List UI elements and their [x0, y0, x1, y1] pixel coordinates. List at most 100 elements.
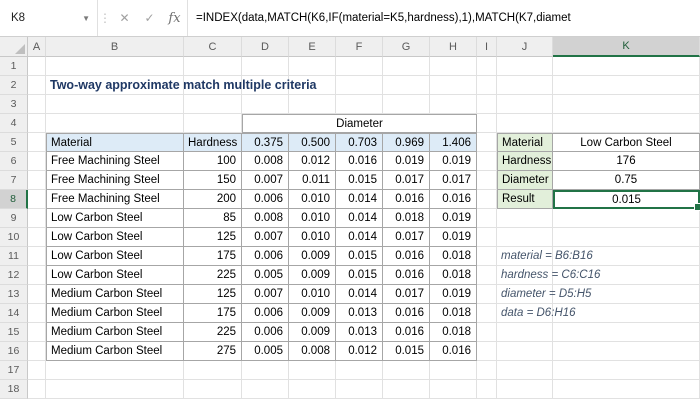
cell-C10[interactable]: 125 [184, 228, 242, 247]
column-header-E[interactable]: E [289, 37, 336, 57]
cell-J2[interactable] [497, 76, 553, 95]
cell-H18[interactable] [430, 380, 477, 399]
cell-D8[interactable]: 0.006 [242, 190, 289, 209]
cell-D1[interactable] [242, 57, 289, 76]
cell-F18[interactable] [336, 380, 383, 399]
cell-B6[interactable]: Free Machining Steel [46, 152, 184, 171]
cell-B10[interactable]: Low Carbon Steel [46, 228, 184, 247]
row-header-5[interactable]: 5 [0, 133, 28, 152]
cell-E7[interactable]: 0.011 [289, 171, 336, 190]
cell-J4[interactable] [497, 114, 553, 133]
cell-D16[interactable]: 0.005 [242, 342, 289, 361]
cell-B8[interactable]: Free Machining Steel [46, 190, 184, 209]
cell-I10[interactable] [477, 228, 497, 247]
cell-G2[interactable] [383, 76, 430, 95]
row-header-7[interactable]: 7 [0, 171, 28, 190]
cell-A10[interactable] [28, 228, 46, 247]
cell-I9[interactable] [477, 209, 497, 228]
cell-A1[interactable] [28, 57, 46, 76]
cell-F14[interactable]: 0.013 [336, 304, 383, 323]
cell-F17[interactable] [336, 361, 383, 380]
cell-B12[interactable]: Low Carbon Steel [46, 266, 184, 285]
cell-I2[interactable] [477, 76, 497, 95]
cell-I13[interactable] [477, 285, 497, 304]
table-header-B5[interactable]: Material [46, 133, 184, 152]
cell-J10[interactable] [497, 228, 553, 247]
cell-E12[interactable]: 0.009 [289, 266, 336, 285]
cell-E18[interactable] [289, 380, 336, 399]
row-header-9[interactable]: 9 [0, 209, 28, 228]
cell-G15[interactable]: 0.016 [383, 323, 430, 342]
cell-J18[interactable] [497, 380, 553, 399]
cell-K10[interactable] [553, 228, 700, 247]
cell-G17[interactable] [383, 361, 430, 380]
cell-C11[interactable]: 175 [184, 247, 242, 266]
lookup-value-5[interactable]: Low Carbon Steel [553, 133, 700, 152]
sheet-title[interactable]: Two-way approximate match multiple crite… [46, 76, 317, 95]
cell-K1[interactable] [553, 57, 700, 76]
row-header-14[interactable]: 14 [0, 304, 28, 323]
row-header-11[interactable]: 11 [0, 247, 28, 266]
cell-G13[interactable]: 0.017 [383, 285, 430, 304]
cell-C4[interactable] [184, 114, 242, 133]
cell-F2[interactable] [336, 76, 383, 95]
cell-E15[interactable]: 0.009 [289, 323, 336, 342]
cell-I11[interactable] [477, 247, 497, 266]
row-header-3[interactable]: 3 [0, 95, 28, 114]
cell-H17[interactable] [430, 361, 477, 380]
cell-E6[interactable]: 0.012 [289, 152, 336, 171]
cell-G14[interactable]: 0.016 [383, 304, 430, 323]
table-header-F5[interactable]: 0.703 [336, 133, 383, 152]
cell-G6[interactable]: 0.019 [383, 152, 430, 171]
cell-I8[interactable] [477, 190, 497, 209]
cell-D7[interactable]: 0.007 [242, 171, 289, 190]
cell-B11[interactable]: Low Carbon Steel [46, 247, 184, 266]
cell-D6[interactable]: 0.008 [242, 152, 289, 171]
cell-I6[interactable] [477, 152, 497, 171]
cell-I7[interactable] [477, 171, 497, 190]
formula-input[interactable]: =INDEX(data,MATCH(K6,IF(material=K5,hard… [188, 0, 700, 36]
cell-G9[interactable]: 0.018 [383, 209, 430, 228]
cell-B3[interactable] [46, 95, 184, 114]
cell-B15[interactable]: Medium Carbon Steel [46, 323, 184, 342]
named-range-note-3[interactable]: diameter = D5:H5 [497, 285, 591, 304]
table-header-C5[interactable]: Hardness [184, 133, 242, 152]
cell-A15[interactable] [28, 323, 46, 342]
cell-E17[interactable] [289, 361, 336, 380]
column-header-G[interactable]: G [383, 37, 430, 57]
cell-G11[interactable]: 0.016 [383, 247, 430, 266]
cell-K9[interactable] [553, 209, 700, 228]
cell-B17[interactable] [46, 361, 184, 380]
table-header-E5[interactable]: 0.500 [289, 133, 336, 152]
cell-I1[interactable] [477, 57, 497, 76]
cell-H2[interactable] [430, 76, 477, 95]
cell-E1[interactable] [289, 57, 336, 76]
cell-E11[interactable]: 0.009 [289, 247, 336, 266]
row-header-13[interactable]: 13 [0, 285, 28, 304]
cell-F3[interactable] [336, 95, 383, 114]
cell-I3[interactable] [477, 95, 497, 114]
cell-K18[interactable] [553, 380, 700, 399]
cell-G1[interactable] [383, 57, 430, 76]
cell-K2[interactable] [553, 76, 700, 95]
cell-E13[interactable]: 0.010 [289, 285, 336, 304]
lookup-label-material[interactable]: Material [497, 133, 553, 152]
cell-G12[interactable]: 0.016 [383, 266, 430, 285]
cell-B14[interactable]: Medium Carbon Steel [46, 304, 184, 323]
table-header-D5[interactable]: 0.375 [242, 133, 289, 152]
cell-I15[interactable] [477, 323, 497, 342]
cell-C9[interactable]: 85 [184, 209, 242, 228]
diameter-merged-header[interactable]: Diameter [242, 114, 477, 133]
cell-B7[interactable]: Free Machining Steel [46, 171, 184, 190]
cell-B9[interactable]: Low Carbon Steel [46, 209, 184, 228]
cell-I14[interactable] [477, 304, 497, 323]
cell-A5[interactable] [28, 133, 46, 152]
cell-H6[interactable]: 0.019 [430, 152, 477, 171]
column-header-K[interactable]: K [553, 37, 700, 57]
cell-J15[interactable] [497, 323, 553, 342]
row-header-1[interactable]: 1 [0, 57, 28, 76]
column-header-J[interactable]: J [497, 37, 553, 57]
cell-C17[interactable] [184, 361, 242, 380]
cell-H9[interactable]: 0.019 [430, 209, 477, 228]
cell-H1[interactable] [430, 57, 477, 76]
